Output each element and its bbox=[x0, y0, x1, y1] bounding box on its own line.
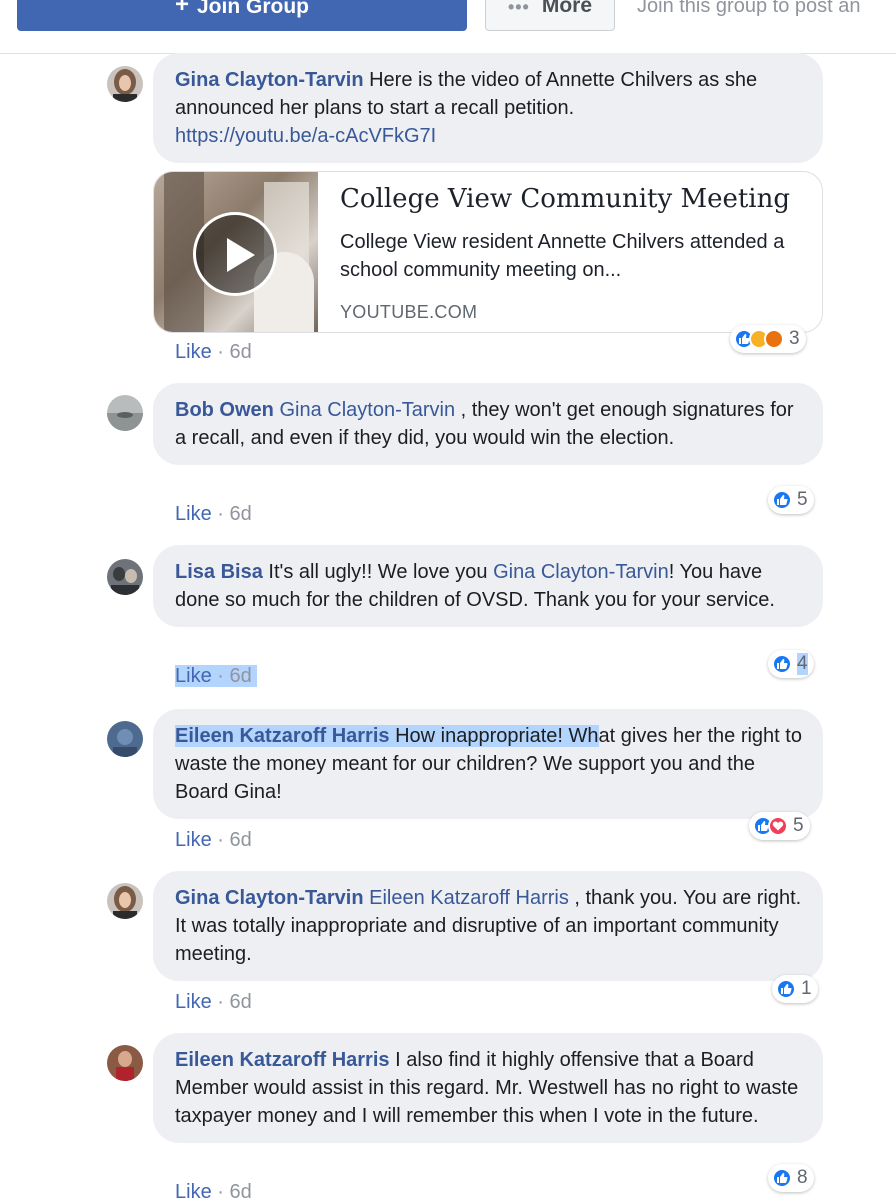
like-link[interactable]: Like bbox=[175, 503, 212, 525]
reaction-summary[interactable]: 5 bbox=[768, 486, 814, 514]
avatar[interactable] bbox=[107, 559, 143, 595]
like-reaction-icon bbox=[772, 1168, 792, 1188]
like-link[interactable]: Like bbox=[175, 341, 212, 363]
comment-author[interactable]: Eileen Katzaroff Harris bbox=[175, 1049, 390, 1071]
join-group-label: Join Group bbox=[197, 0, 309, 18]
like-reaction-icon bbox=[772, 654, 792, 674]
comment-author[interactable]: Gina Clayton-Tarvin bbox=[175, 69, 364, 91]
comment-time[interactable]: 6d bbox=[229, 829, 251, 851]
like-reaction-icon bbox=[776, 979, 796, 999]
like-link[interactable]: Like bbox=[175, 991, 212, 1013]
comment-actions: Like · 6d bbox=[175, 829, 252, 851]
avatar[interactable] bbox=[107, 395, 143, 431]
comment-author[interactable]: Eileen Katzaroff Harris bbox=[175, 725, 390, 747]
comment-time[interactable]: 6d bbox=[229, 665, 251, 687]
reaction-summary[interactable]: 8 bbox=[768, 1164, 814, 1192]
video-thumbnail[interactable] bbox=[154, 172, 318, 332]
comment-actions: Like · 6d bbox=[175, 991, 252, 1013]
more-button[interactable]: ••• More bbox=[485, 0, 615, 31]
avatar[interactable] bbox=[107, 66, 143, 102]
reaction-count: 5 bbox=[797, 489, 808, 510]
join-note: Join this group to post an bbox=[637, 0, 861, 17]
comment-bubble: Eileen Katzaroff Harris How inappropriat… bbox=[153, 709, 823, 819]
comment-author[interactable]: Bob Owen bbox=[175, 399, 274, 421]
plus-icon: + bbox=[174, 0, 189, 18]
comment-bubble: Bob Owen Gina Clayton-Tarvin , they won'… bbox=[153, 383, 823, 465]
reaction-count: 3 bbox=[789, 328, 800, 349]
comment-author[interactable]: Gina Clayton-Tarvin bbox=[175, 887, 364, 909]
comment-actions: Like · 6d bbox=[175, 341, 252, 363]
more-label: More bbox=[541, 0, 593, 17]
link-preview-card[interactable]: College View Community Meeting College V… bbox=[153, 171, 823, 333]
comment-link[interactable]: https://youtu.be/a-cAcVFkG7I bbox=[175, 125, 436, 147]
comment-mention[interactable]: Gina Clayton-Tarvin bbox=[493, 561, 669, 583]
comment-time[interactable]: 6d bbox=[229, 341, 251, 363]
comment-actions: Like · 6d bbox=[175, 1181, 252, 1203]
comment-mention[interactable]: Eileen Katzaroff Harris bbox=[369, 887, 569, 909]
ellipsis-icon: ••• bbox=[507, 0, 530, 17]
comment-author[interactable]: Lisa Bisa bbox=[175, 561, 263, 583]
preview-title[interactable]: College View Community Meeting bbox=[340, 184, 790, 214]
like-reaction-icon bbox=[772, 490, 792, 510]
comment-bubble: Gina Clayton-Tarvin Eileen Katzaroff Har… bbox=[153, 871, 823, 981]
comment-bubble: Gina Clayton-Tarvin Here is the video of… bbox=[153, 53, 823, 163]
avatar[interactable] bbox=[107, 721, 143, 757]
group-topbar: + Join Group ••• More Join this group to… bbox=[0, 0, 896, 54]
reaction-summary[interactable]: 5 bbox=[749, 812, 810, 840]
preview-domain: YOUTUBE.COM bbox=[340, 302, 478, 322]
like-link[interactable]: Like bbox=[175, 1181, 212, 1203]
join-group-button[interactable]: + Join Group bbox=[17, 0, 467, 31]
like-link[interactable]: Like bbox=[175, 665, 212, 687]
comment-bubble: Lisa Bisa It's all ugly!! We love you Gi… bbox=[153, 545, 823, 627]
avatar[interactable] bbox=[107, 883, 143, 919]
comment-text-highlighted: How inappropriate! Wh bbox=[395, 725, 599, 747]
angry-reaction-icon bbox=[764, 329, 784, 349]
like-link[interactable]: Like bbox=[175, 829, 212, 851]
avatar[interactable] bbox=[107, 1045, 143, 1081]
reaction-summary[interactable]: 3 bbox=[730, 325, 806, 353]
comment-time[interactable]: 6d bbox=[229, 1181, 251, 1203]
comment-mention[interactable]: Gina Clayton-Tarvin bbox=[279, 399, 455, 421]
comment-bubble: Eileen Katzaroff Harris I also find it h… bbox=[153, 1033, 823, 1143]
reaction-count: 8 bbox=[797, 1167, 808, 1188]
comment-text: It's all ugly!! We love you bbox=[268, 561, 488, 583]
play-icon[interactable] bbox=[193, 212, 277, 296]
reaction-count: 5 bbox=[793, 815, 804, 836]
comment-time[interactable]: 6d bbox=[229, 503, 251, 525]
comment-time[interactable]: 6d bbox=[229, 991, 251, 1013]
comment-actions: Like · 6d bbox=[175, 665, 258, 688]
reaction-summary[interactable]: 4 bbox=[768, 650, 814, 678]
preview-description: College View resident Annette Chilvers a… bbox=[340, 231, 785, 281]
reaction-count: 1 bbox=[801, 978, 812, 999]
reaction-summary[interactable]: 1 bbox=[772, 975, 818, 1003]
love-reaction-icon bbox=[768, 816, 788, 836]
comment-actions: Like · 6d bbox=[175, 503, 252, 525]
reaction-count: 4 bbox=[797, 653, 808, 675]
